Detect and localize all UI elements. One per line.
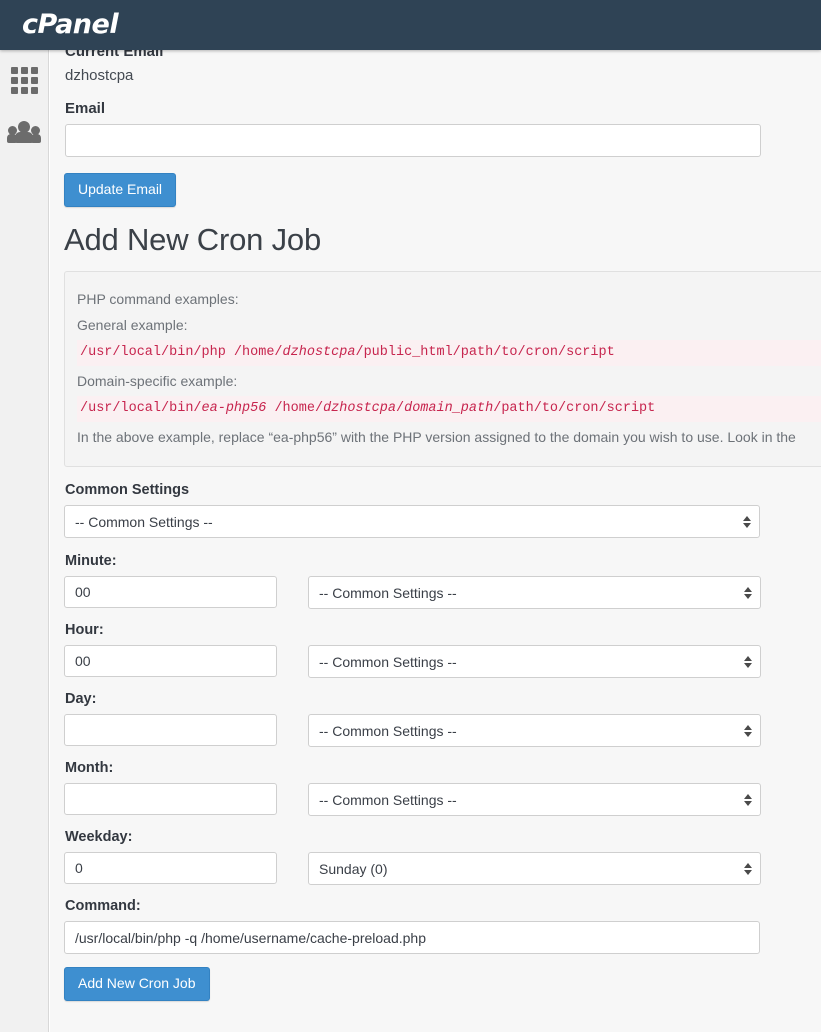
month-selected-value: -- Common Settings -- xyxy=(319,791,457,808)
day-selected-value: -- Common Settings -- xyxy=(319,722,457,739)
weekday-label: Weekday: xyxy=(65,829,133,845)
hour-label: Hour: xyxy=(65,622,104,638)
update-email-button[interactable]: Update Email xyxy=(64,173,177,207)
email-label: Email xyxy=(65,100,106,117)
day-label: Day: xyxy=(65,691,97,707)
domain-code-p3: / xyxy=(395,401,405,416)
command-row: Command: Add New Cron Job xyxy=(64,898,821,1001)
hour-input[interactable] xyxy=(64,645,277,677)
php-examples-panel: PHP command examples: General example: /… xyxy=(64,271,821,467)
domain-example-code: /usr/local/bin/ea-php56 /home/dzhostcpa/… xyxy=(77,396,821,422)
common-settings-select[interactable]: -- Common Settings -- xyxy=(64,505,760,538)
grid-icon xyxy=(10,66,38,94)
left-sidebar-rail xyxy=(0,50,49,1032)
select-stepper-icon xyxy=(744,793,752,806)
select-stepper-icon xyxy=(744,586,752,599)
add-new-cron-job-button[interactable]: Add New Cron Job xyxy=(64,967,210,1001)
domain-example-label: Domain-specific example: xyxy=(77,373,238,389)
domain-code-user: dzhostcpa xyxy=(323,401,396,416)
common-settings-selected-value: -- Common Settings -- xyxy=(75,513,213,530)
page-title: Add New Cron Job xyxy=(64,222,321,257)
cron-job-form: Common Settings -- Common Settings -- Mi… xyxy=(64,482,821,1016)
common-settings-row: Common Settings -- Common Settings -- xyxy=(64,482,821,538)
domain-code-phpver: ea-php56 xyxy=(201,401,267,416)
users-icon xyxy=(7,121,41,143)
general-code-prefix: /usr/local/bin/php /home/ xyxy=(80,345,283,360)
sidebar-item-apps[interactable] xyxy=(0,58,48,102)
main-content-area: Current Email dzhostcpa Email Update Ema… xyxy=(50,50,821,1032)
day-input[interactable] xyxy=(64,714,277,746)
hour-row: Hour: -- Common Settings -- xyxy=(64,622,821,678)
common-settings-label: Common Settings xyxy=(65,482,190,498)
minute-input[interactable] xyxy=(64,576,277,608)
command-input[interactable] xyxy=(64,921,760,954)
select-stepper-icon xyxy=(744,724,752,737)
weekday-input[interactable] xyxy=(64,852,277,884)
domain-code-p1: /usr/local/bin/ xyxy=(80,401,202,416)
select-stepper-icon xyxy=(744,655,752,668)
minute-select[interactable]: -- Common Settings -- xyxy=(308,576,761,609)
php-examples-title: PHP command examples: xyxy=(77,291,239,307)
domain-code-p4: /path/to/cron/script xyxy=(493,401,656,416)
domain-code-p2: /home/ xyxy=(266,401,324,416)
day-select[interactable]: -- Common Settings -- xyxy=(308,714,761,747)
minute-row: Minute: -- Common Settings -- xyxy=(64,553,821,609)
general-code-user: dzhostcpa xyxy=(282,345,356,360)
general-example-label: General example: xyxy=(77,317,188,333)
select-stepper-icon xyxy=(744,862,752,875)
top-header-bar: cPanel xyxy=(0,0,821,50)
weekday-row: Weekday: Sunday (0) xyxy=(64,829,821,885)
domain-code-path: domain_path xyxy=(404,401,494,416)
month-select[interactable]: -- Common Settings -- xyxy=(308,783,761,816)
email-input[interactable] xyxy=(65,124,761,157)
cpanel-logo[interactable]: cPanel xyxy=(22,9,119,40)
sidebar-item-users[interactable] xyxy=(0,110,48,154)
current-email-label: Current Email xyxy=(65,50,164,60)
hour-selected-value: -- Common Settings -- xyxy=(319,653,457,670)
month-input[interactable] xyxy=(64,783,277,815)
month-label: Month: xyxy=(65,760,114,776)
select-stepper-icon xyxy=(743,515,751,528)
general-code-suffix: /public_html/path/to/cron/script xyxy=(355,345,615,360)
weekday-selected-value: Sunday (0) xyxy=(319,860,388,877)
day-row: Day: -- Common Settings -- xyxy=(64,691,821,747)
weekday-select[interactable]: Sunday (0) xyxy=(308,852,761,885)
command-label: Command: xyxy=(65,898,141,914)
month-row: Month: -- Common Settings -- xyxy=(64,760,821,816)
general-example-code: /usr/local/bin/php /home/dzhostcpa/publi… xyxy=(77,340,821,366)
minute-selected-value: -- Common Settings -- xyxy=(319,584,457,601)
hour-select[interactable]: -- Common Settings -- xyxy=(308,645,761,678)
current-email-value: dzhostcpa xyxy=(65,67,134,84)
minute-label: Minute: xyxy=(65,553,117,569)
php-version-note: In the above example, replace “ea-php56”… xyxy=(77,429,796,445)
